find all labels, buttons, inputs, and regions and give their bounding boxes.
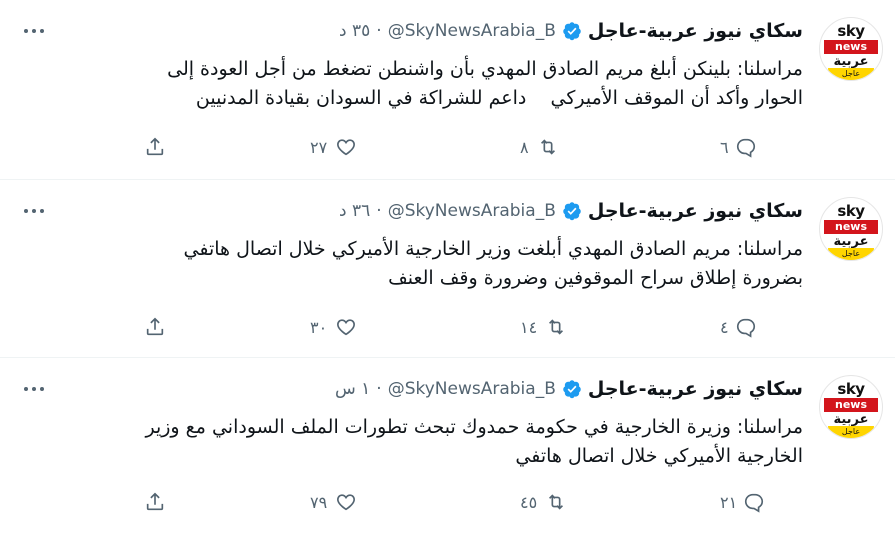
retweet-icon xyxy=(540,139,555,155)
tweet-actions: ٢١ ٤٥ ٧٩ xyxy=(0,488,895,516)
heart-icon xyxy=(337,319,356,336)
author-name[interactable]: سكاي نيوز عربية-عاجل xyxy=(588,20,803,42)
reply-count: ٢١ xyxy=(720,492,738,512)
verified-badge-icon xyxy=(563,22,581,41)
tweet-feed: sky news عربية عاجل سكاي نيوز عربية-عاجل… xyxy=(0,0,895,535)
share-button[interactable] xyxy=(144,133,166,161)
avatar[interactable]: sky news عربية عاجل xyxy=(819,375,883,439)
reply-bubble-icon xyxy=(745,493,764,513)
retweet-count: ٨ xyxy=(520,137,529,157)
tweet-actions: ٦ ٨ ٢٧ xyxy=(0,133,895,161)
author-name[interactable]: سكاي نيوز عربية-عاجل xyxy=(588,200,803,222)
separator-dot: · xyxy=(376,379,382,399)
share-icon xyxy=(146,137,164,156)
avatar-brand-urgent: عاجل xyxy=(828,426,874,438)
author-handle[interactable]: @SkyNewsArabia_B xyxy=(388,21,556,41)
share-button[interactable] xyxy=(144,313,166,341)
avatar-brand-urgent: عاجل xyxy=(828,68,874,80)
avatar-brand-urgent: عاجل xyxy=(828,248,874,260)
like-button[interactable]: ٧٩ xyxy=(310,488,357,516)
avatar-brand-arabic: عربية xyxy=(833,412,869,427)
reply-button[interactable]: ٢١ xyxy=(720,488,765,516)
tweet-time[interactable]: ١ س xyxy=(335,379,370,399)
separator-dot: · xyxy=(376,201,382,221)
retweet-icon xyxy=(549,494,564,510)
tweet-header: سكاي نيوز عربية-عاجل @SkyNewsArabia_B · … xyxy=(339,199,803,223)
verified-badge-icon xyxy=(563,202,581,221)
tweet-header: سكاي نيوز عربية-عاجل @SkyNewsArabia_B · … xyxy=(335,377,803,401)
retweet-count: ٤٥ xyxy=(520,492,538,512)
reply-button[interactable]: ٦ xyxy=(720,133,757,161)
tweet[interactable]: sky news عربية عاجل سكاي نيوز عربية-عاجل… xyxy=(0,0,895,180)
author-name[interactable]: سكاي نيوز عربية-عاجل xyxy=(588,378,803,400)
more-dots-icon[interactable] xyxy=(20,378,48,400)
avatar-brand-arabic: عربية xyxy=(833,54,869,69)
author-handle[interactable]: @SkyNewsArabia_B xyxy=(388,379,556,399)
like-count: ٧٩ xyxy=(310,492,328,512)
tweet-time[interactable]: ٣٥ د xyxy=(339,21,370,41)
heart-icon xyxy=(337,139,356,156)
retweet-count: ١٤ xyxy=(520,317,538,337)
tweet[interactable]: sky news عربية عاجل سكاي نيوز عربية-عاجل… xyxy=(0,358,895,535)
tweet-time[interactable]: ٣٦ د xyxy=(339,201,370,221)
reply-count: ٦ xyxy=(720,137,729,157)
share-icon xyxy=(146,492,164,511)
tweet-actions: ٤ ١٤ ٣٠ xyxy=(0,313,895,341)
like-button[interactable]: ٢٧ xyxy=(310,133,357,161)
retweet-button[interactable]: ٨ xyxy=(520,133,559,161)
retweet-icon xyxy=(549,319,564,335)
reply-bubble-icon xyxy=(736,318,755,338)
tweet[interactable]: sky news عربية عاجل سكاي نيوز عربية-عاجل… xyxy=(0,180,895,358)
like-count: ٢٧ xyxy=(310,137,328,157)
tweet-text: مراسلنا: وزيرة الخارجية في حكومة حمدوك ت… xyxy=(145,416,803,467)
separator-dot: · xyxy=(376,21,382,41)
share-icon xyxy=(146,317,164,336)
avatar[interactable]: sky news عربية عاجل xyxy=(819,197,883,261)
tweet-header: سكاي نيوز عربية-عاجل @SkyNewsArabia_B · … xyxy=(339,19,803,43)
heart-icon xyxy=(337,494,356,511)
tweet-text: مراسلنا: بلينكن أبلغ مريم الصادق المهدي … xyxy=(167,58,803,109)
reply-bubble-icon xyxy=(736,138,755,158)
reply-button[interactable]: ٤ xyxy=(720,313,757,341)
author-handle[interactable]: @SkyNewsArabia_B xyxy=(388,201,556,221)
tweet-text: مراسلنا: مريم الصادق المهدي أبلغت وزير ا… xyxy=(183,238,803,289)
avatar-brand-arabic: عربية xyxy=(833,234,869,249)
avatar-brand-news: news xyxy=(824,40,878,54)
reply-count: ٤ xyxy=(720,317,729,337)
like-count: ٣٠ xyxy=(310,317,328,337)
more-dots-icon[interactable] xyxy=(20,20,48,42)
like-button[interactable]: ٣٠ xyxy=(310,313,357,341)
more-dots-icon[interactable] xyxy=(20,200,48,222)
verified-badge-icon xyxy=(563,380,581,399)
retweet-button[interactable]: ٤٥ xyxy=(520,488,567,516)
share-button[interactable] xyxy=(144,488,166,516)
avatar-brand-sky: sky xyxy=(837,380,865,398)
avatar-brand-sky: sky xyxy=(837,22,865,40)
avatar-brand-news: news xyxy=(824,220,878,234)
retweet-button[interactable]: ١٤ xyxy=(520,313,567,341)
avatar[interactable]: sky news عربية عاجل xyxy=(819,17,883,81)
avatar-brand-sky: sky xyxy=(837,202,865,220)
avatar-brand-news: news xyxy=(824,398,878,412)
